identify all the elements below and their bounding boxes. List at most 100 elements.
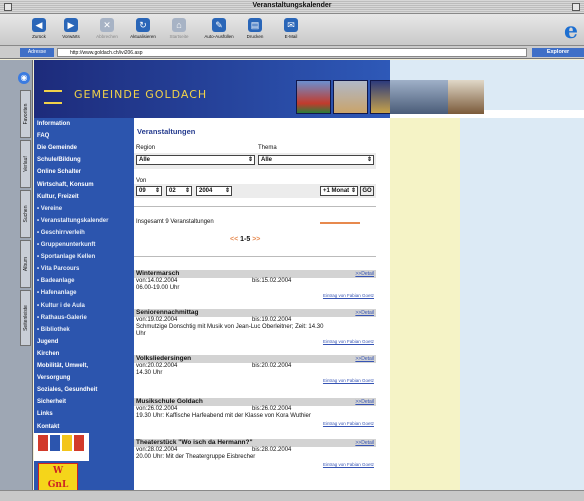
autofill-label: Auto-Ausfüllen <box>204 34 234 39</box>
status-bar <box>0 490 584 501</box>
explorer-button[interactable]: Explorer <box>532 48 584 57</box>
sidebar-item[interactable]: • Bibliothek <box>34 325 134 335</box>
event-title-text: Musikschule Goldach <box>136 398 203 405</box>
tab-favoriten-label: Favoriten <box>22 103 29 125</box>
back-button[interactable]: ◀ Zurück <box>24 16 54 44</box>
goldach-logo-icon <box>44 90 62 104</box>
refresh-button[interactable]: ↻ Aktualisieren <box>128 16 158 44</box>
address-bar: Adresse http://www.goldach.ch/ivi206.asp… <box>0 46 584 59</box>
stop-button[interactable]: ✕ Abbrechen <box>92 16 122 44</box>
explorer-globe-icon[interactable]: ◉ <box>18 72 30 84</box>
pager-prev-button[interactable]: << <box>230 236 238 243</box>
sidebar-item[interactable]: • Hafenanlage <box>34 288 134 298</box>
go-button[interactable]: GO <box>360 186 374 196</box>
zoom-window-icon[interactable] <box>572 3 580 11</box>
event-end: bis:28.02.2004 <box>252 447 292 453</box>
mail-button[interactable]: ✉ E-Mail <box>276 16 306 44</box>
sidebar-item[interactable]: • Sportanlage Kellen <box>34 252 134 262</box>
thema-select[interactable]: Alle <box>258 155 374 165</box>
event-detail-link[interactable]: >>Detail <box>355 270 374 278</box>
forward-icon: ▶ <box>64 18 78 32</box>
event-dates: von:14.02.2004 bis:15.02.2004 <box>134 278 376 285</box>
sidebar-item[interactable]: • Veranstaltungskalender <box>34 216 134 226</box>
event-description: 19.30 Uhr: Kaffische Harfeabend mit der … <box>136 413 311 419</box>
back-icon: ◀ <box>32 18 46 32</box>
window-title: Veranstaltungskalender <box>252 2 332 9</box>
event-detail-link[interactable]: >>Detail <box>355 398 374 406</box>
window-titlebar[interactable]: Veranstaltungskalender <box>0 0 584 14</box>
event-author-link[interactable]: Eintrag von Fabian Goetz <box>134 292 376 300</box>
event-detail-link[interactable]: >>Detail <box>355 355 374 363</box>
event-title-text: Theaterstück "Wo isch da Hermann?" <box>136 439 253 446</box>
sidebar-item[interactable]: • Geschirrverleih <box>34 228 134 238</box>
year-select[interactable]: 2004 <box>196 186 232 196</box>
sidebar-item[interactable]: Versorgung <box>34 373 134 383</box>
stop-icon: ✕ <box>100 18 114 32</box>
event-dates: von:28.02.2004 bis:28.02.2004 <box>134 447 376 454</box>
sidebar-item[interactable]: Kirchen <box>34 349 134 359</box>
pager: << 1-5 >> <box>230 236 260 243</box>
region-label: Region <box>136 145 156 151</box>
sidebar-item[interactable]: Kontakt <box>34 422 134 432</box>
mail-label: E-Mail <box>284 34 298 39</box>
ie-logo-icon: e <box>564 18 578 44</box>
event-dates: von:19.02.2004 bis:19.02.2004 <box>134 317 376 324</box>
event-start: von:26.02.2004 <box>136 406 178 412</box>
period-select[interactable]: +1 Monat <box>320 186 358 196</box>
event-author-link[interactable]: Eintrag von Fabian Goetz <box>134 338 376 346</box>
sidebar-item[interactable]: FAQ <box>34 131 134 141</box>
sidebar-item[interactable]: Jugend <box>34 337 134 347</box>
event-author-link[interactable]: Eintrag von Fabian Goetz <box>134 377 376 385</box>
sidebar-item[interactable]: • Rathaus-Galerie <box>34 313 134 323</box>
sidebar-item[interactable]: Information <box>34 119 134 129</box>
event-item: Musikschule Goldach >>Detail von:26.02.200… <box>134 398 376 428</box>
pager-next-button[interactable]: >> <box>252 236 260 243</box>
banner-photo-5 <box>448 80 484 114</box>
tab-favoriten[interactable]: Favoriten <box>20 90 31 138</box>
banner-photo-2 <box>333 80 368 114</box>
sidebar-item[interactable]: Online Schalter <box>34 167 134 177</box>
event-detail-link[interactable]: >>Detail <box>355 309 374 317</box>
event-start: von:28.02.2004 <box>136 447 178 453</box>
forward-button[interactable]: ▶ Vorwärts <box>56 16 86 44</box>
day-select[interactable]: 09 <box>136 186 162 196</box>
sidebar-item[interactable]: • Gruppenunterkunft <box>34 240 134 250</box>
sidebar-item[interactable]: Links <box>34 409 134 419</box>
event-description: Uhr <box>136 331 146 337</box>
gemeinde-name: GEMEINDE GOLDACH <box>74 88 208 101</box>
event-start: von:20.02.2004 <box>136 363 178 369</box>
refresh-label: Aktualisieren <box>130 34 156 39</box>
tab-album[interactable]: Album <box>20 240 31 288</box>
home-label: Startseite <box>169 34 189 39</box>
sidebar-item[interactable]: • Vita Parcours <box>34 264 134 274</box>
sidebar-item[interactable]: Kultur, Freizeit <box>34 192 134 202</box>
event-detail-link[interactable]: >>Detail <box>355 439 374 447</box>
event-title-text: Seniorennachmittag <box>136 309 199 316</box>
address-input[interactable]: http://www.goldach.ch/ivi206.asp <box>57 48 527 57</box>
tab-seitenleiste[interactable]: Seitenleiste <box>20 290 31 346</box>
sidebar-item[interactable]: Sicherheit <box>34 397 134 407</box>
tab-suchen[interactable]: Suchen <box>20 190 31 238</box>
event-author-link[interactable]: Eintrag von Fabian Goetz <box>134 461 376 469</box>
autofill-icon: ✎ <box>212 18 226 32</box>
thema-label: Thema <box>258 145 277 151</box>
print-icon: ▤ <box>248 18 262 32</box>
home-button[interactable]: ⌂ Startseite <box>164 16 194 44</box>
event-author-link[interactable]: Eintrag von Fabian Goetz <box>134 420 376 428</box>
sidebar-item[interactable]: • Badeanlage <box>34 276 134 286</box>
banner-photo-1 <box>296 80 331 114</box>
sidebar-item[interactable]: Die Gemeinde <box>34 143 134 153</box>
autofill-button[interactable]: ✎ Auto-Ausfüllen <box>204 16 234 44</box>
tab-verlauf[interactable]: Verlauf <box>20 140 31 188</box>
sidebar-item[interactable]: Schule/Bildung <box>34 155 134 165</box>
region-select[interactable]: Alle <box>136 155 255 165</box>
month-select[interactable]: 02 <box>166 186 192 196</box>
sidebar-item[interactable]: Wirtschaft, Konsum <box>34 180 134 190</box>
sidebar-item[interactable]: • Vereine <box>34 204 134 214</box>
print-button[interactable]: ▤ Drucken <box>240 16 270 44</box>
site-banner: GEMEINDE GOLDACH <box>34 60 405 118</box>
sidebar-item[interactable]: Mobilität, Umwelt, <box>34 361 134 371</box>
tab-verlauf-label: Verlauf <box>22 156 29 172</box>
sidebar-item[interactable]: Soziales, Gesundheit <box>34 385 134 395</box>
sidebar-item[interactable]: • Kultur i de Aula <box>34 301 134 311</box>
